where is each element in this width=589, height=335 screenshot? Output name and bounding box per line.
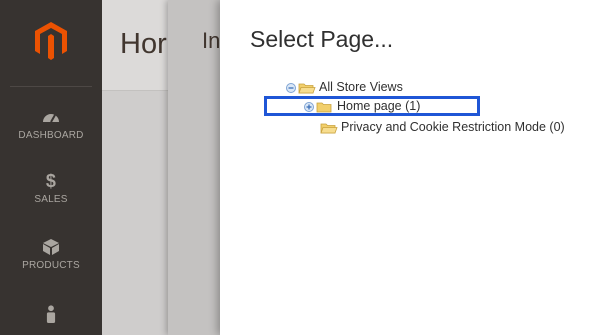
box-icon	[43, 239, 59, 255]
sidebar-item-customers[interactable]	[0, 305, 102, 327]
page-tree: All Store Views Home page (1) Privacy an…	[220, 0, 589, 335]
modal-title: In	[202, 28, 221, 53]
admin-sidebar: DASHBOARD $ SALES PRODUCTS	[0, 0, 102, 335]
folder-open-icon	[320, 123, 338, 133]
dollar-icon: $	[45, 171, 57, 191]
sidebar-item-sales[interactable]: $ SALES	[0, 172, 102, 205]
page-title: Hor	[120, 28, 167, 60]
sidebar-item-products[interactable]: PRODUCTS	[0, 238, 102, 271]
sidebar-item-dashboard[interactable]: DASHBOARD	[0, 108, 102, 141]
selection-highlight-box	[264, 96, 480, 116]
sidebar-item-label: PRODUCTS	[22, 260, 80, 271]
tree-node-label: All Store Views	[319, 80, 403, 94]
sidebar-item-label: SALES	[34, 194, 68, 205]
dashboard-gauge-icon	[43, 114, 59, 123]
select-page-modal: Select Page... All Store Views Home page	[220, 0, 589, 335]
customer-person-icon	[46, 305, 56, 323]
sidebar-item-label: DASHBOARD	[18, 130, 84, 141]
folder-open-icon	[298, 83, 316, 93]
tree-node-label: Privacy and Cookie Restriction Mode (0)	[341, 120, 565, 134]
magento-logo-icon[interactable]	[35, 22, 67, 60]
tree-node-privacy-cookie[interactable]: Privacy and Cookie Restriction Mode (0)	[320, 119, 565, 136]
sidebar-divider	[10, 86, 92, 87]
collapse-minus-icon[interactable]	[286, 82, 296, 93]
tree-node-all-store-views[interactable]: All Store Views	[286, 79, 403, 96]
